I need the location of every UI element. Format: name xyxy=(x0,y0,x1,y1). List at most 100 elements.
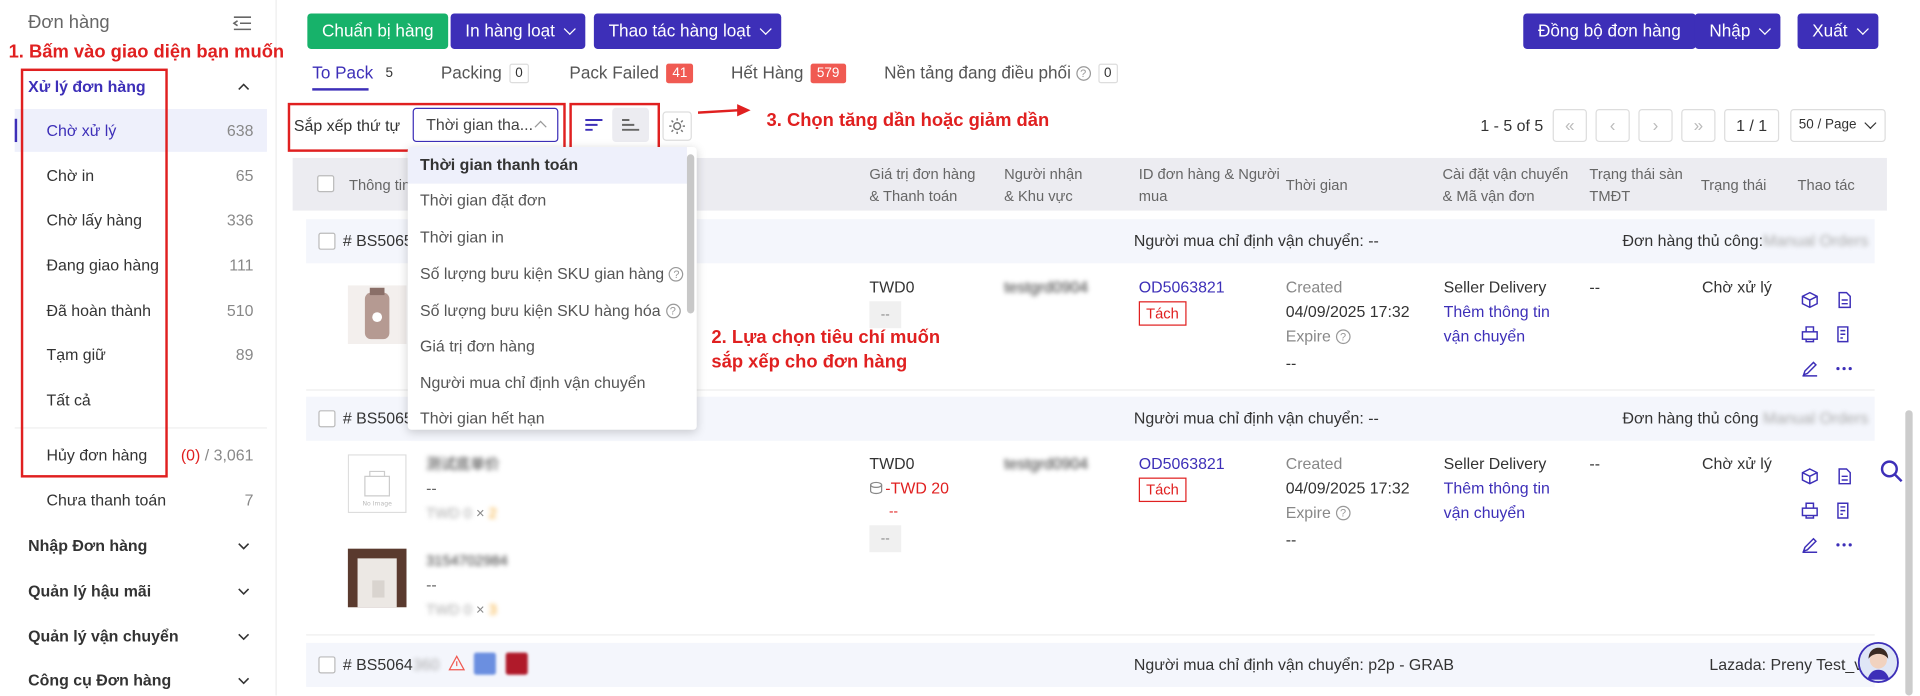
row-divider xyxy=(306,634,1875,636)
order-number[interactable]: # BS5065 xyxy=(343,409,413,427)
tab-pack-failed[interactable]: Pack Failed 41 xyxy=(569,62,694,84)
sort-option-product-sku-qty[interactable]: Số lượng bưu kiện SKU hàng hóa? xyxy=(408,293,687,330)
receiver-name: testgrd0904 xyxy=(1004,454,1089,473)
sort-option-store-sku-qty[interactable]: Số lượng bưu kiện SKU gian hàng? xyxy=(408,256,687,293)
annotation-step-2: 2. Lựa chọn tiêu chí muốn sắp xếp cho đơn… xyxy=(711,326,940,375)
tab-packing[interactable]: Packing 0 xyxy=(441,62,529,84)
platform-store: Manual Orders xyxy=(1762,231,1869,250)
pager-page-input[interactable]: 1 / 1 xyxy=(1724,108,1780,143)
document-icon[interactable] xyxy=(1836,291,1853,309)
page-size-select[interactable]: 50 / Page xyxy=(1790,108,1886,143)
sidebar-group-shipping-mgmt[interactable]: Quản lý vận chuyển xyxy=(28,627,178,645)
more-icon[interactable] xyxy=(1836,536,1853,553)
sort-select[interactable]: Thời gian tha... xyxy=(412,107,559,143)
edit-icon[interactable] xyxy=(1801,360,1818,377)
svg-text:No Image: No Image xyxy=(362,501,392,508)
search-icon[interactable] xyxy=(1880,459,1904,483)
support-avatar[interactable] xyxy=(1857,641,1900,684)
order-id-link[interactable]: OD5063821 xyxy=(1139,276,1225,300)
chevron-up-icon[interactable] xyxy=(238,81,250,93)
help-icon[interactable]: ? xyxy=(669,266,684,282)
export-label: Xuất xyxy=(1812,20,1848,41)
pager-prev-button[interactable]: ‹ xyxy=(1595,108,1630,143)
package-icon[interactable] xyxy=(1801,468,1818,485)
chevron-down-icon[interactable] xyxy=(238,675,250,687)
split-tag[interactable]: Tách xyxy=(1138,477,1187,503)
add-shipping-link[interactable]: Thêm thông tin xyxy=(1444,300,1550,324)
tab-platform-dispatching[interactable]: Nền tảng đang điều phối? 0 xyxy=(884,62,1118,84)
sort-descending-button[interactable] xyxy=(575,107,613,143)
print-batch-button[interactable]: In hàng loạt xyxy=(450,13,586,49)
order-id-link[interactable]: OD5063821 xyxy=(1139,452,1225,476)
pager-next-button[interactable]: › xyxy=(1638,108,1673,143)
buyer-shipping: Người mua chỉ định vận chuyển: -- xyxy=(1133,408,1379,428)
sort-ascending-button[interactable] xyxy=(612,107,649,143)
chevron-down-icon[interactable] xyxy=(238,631,250,643)
pager-first-button[interactable]: « xyxy=(1552,108,1587,143)
dropdown-scrollbar[interactable] xyxy=(686,154,695,314)
order-checkbox[interactable] xyxy=(318,410,336,428)
tab-to-pack[interactable]: To Pack 5 xyxy=(312,62,398,82)
sort-option-order-value[interactable]: Giá trị đơn hàng xyxy=(408,328,687,365)
list-doc-icon[interactable] xyxy=(1836,326,1853,343)
tab-out-of-stock[interactable]: Hết Hàng 579 xyxy=(731,62,846,84)
package-icon[interactable] xyxy=(1801,291,1818,309)
col-platform-status-line1: Trạng thái sàn xyxy=(1589,165,1683,183)
col-receiver-line1: Người nhận xyxy=(1004,165,1083,183)
sidebar-item-count: 510 xyxy=(226,301,254,320)
list-doc-icon[interactable] xyxy=(1836,502,1853,519)
add-shipping-link-2[interactable]: vận chuyển xyxy=(1444,324,1525,348)
platform-store: Manual Orders xyxy=(1763,408,1869,428)
pager-last-button[interactable]: » xyxy=(1681,108,1716,143)
sort-option-expire-time[interactable]: Thời gian hết hạn xyxy=(408,400,687,429)
order-number[interactable]: # BS5065 xyxy=(343,231,413,249)
sidebar-group-import[interactable]: Nhập Đơn hàng xyxy=(28,536,147,554)
help-icon[interactable]: ? xyxy=(1335,329,1351,345)
help-icon[interactable]: ? xyxy=(1335,505,1351,521)
sidebar-group-tools[interactable]: Công cụ Đơn hàng xyxy=(28,671,171,689)
batch-ops-button[interactable]: Thao tác hàng loạt xyxy=(593,13,782,49)
document-icon[interactable] xyxy=(1836,468,1853,485)
order-status: Chờ xử lý xyxy=(1702,454,1772,473)
col-status: Trạng thái xyxy=(1700,176,1767,194)
help-icon[interactable]: ? xyxy=(1075,66,1091,81)
item-sub: -- xyxy=(426,478,437,498)
prepare-goods-button[interactable]: Chuẩn bị hàng xyxy=(307,13,449,49)
chevron-down-icon xyxy=(1864,117,1877,130)
print-icon[interactable] xyxy=(1801,326,1818,343)
sort-option-payment-time[interactable]: Thời gian thanh toán xyxy=(407,146,687,184)
add-shipping-link[interactable]: Thêm thông tin xyxy=(1444,476,1550,500)
order-checkbox[interactable] xyxy=(318,232,336,250)
sidebar-item-unpaid[interactable]: Chưa thanh toán 7 xyxy=(15,479,267,522)
sort-option-print-time[interactable]: Thời gian in xyxy=(408,219,687,256)
sort-option-buyer-shipping[interactable]: Người mua chỉ định vận chuyển xyxy=(408,365,687,402)
help-icon[interactable]: ? xyxy=(665,303,681,319)
import-button[interactable]: Nhập xyxy=(1694,13,1781,49)
order-platform: Đơn hàng thủ công:Manual Orders xyxy=(1622,231,1868,249)
select-all-checkbox[interactable] xyxy=(317,175,335,193)
add-shipping-link-2[interactable]: vận chuyển xyxy=(1444,501,1525,525)
expire-text: Expire xyxy=(1285,503,1331,522)
chevron-down-icon[interactable] xyxy=(238,585,250,597)
sidebar-group-after-sales[interactable]: Quản lý hậu mãi xyxy=(28,582,151,600)
more-icon[interactable] xyxy=(1836,360,1853,377)
order-number-text: # BS5064 xyxy=(342,655,413,674)
order-checkbox[interactable] xyxy=(318,656,336,674)
sort-option-order-time[interactable]: Thời gian đặt đơn xyxy=(408,182,687,219)
order-number[interactable]: # BS5064360 xyxy=(343,655,440,673)
platform-label: Đơn hàng thủ công xyxy=(1622,408,1759,428)
item-price: TWD 0 xyxy=(426,601,472,619)
chevron-down-icon xyxy=(759,22,772,36)
export-button[interactable]: Xuất xyxy=(1797,13,1879,49)
collapse-menu-icon[interactable] xyxy=(232,15,253,32)
settings-gear-icon[interactable] xyxy=(662,111,692,141)
chevron-down-icon[interactable] xyxy=(238,540,250,552)
sync-orders-button[interactable]: Đồng bộ đơn hàng xyxy=(1523,13,1696,49)
page-scrollbar[interactable] xyxy=(1905,410,1913,696)
print-icon[interactable] xyxy=(1801,502,1818,519)
edit-icon[interactable] xyxy=(1801,536,1818,553)
tab-count: 41 xyxy=(666,63,694,84)
print-batch-label: In hàng loạt xyxy=(465,20,555,41)
col-platform-status: Trạng thái sàn TMĐT xyxy=(1589,163,1682,207)
split-tag[interactable]: Tách xyxy=(1138,301,1187,326)
